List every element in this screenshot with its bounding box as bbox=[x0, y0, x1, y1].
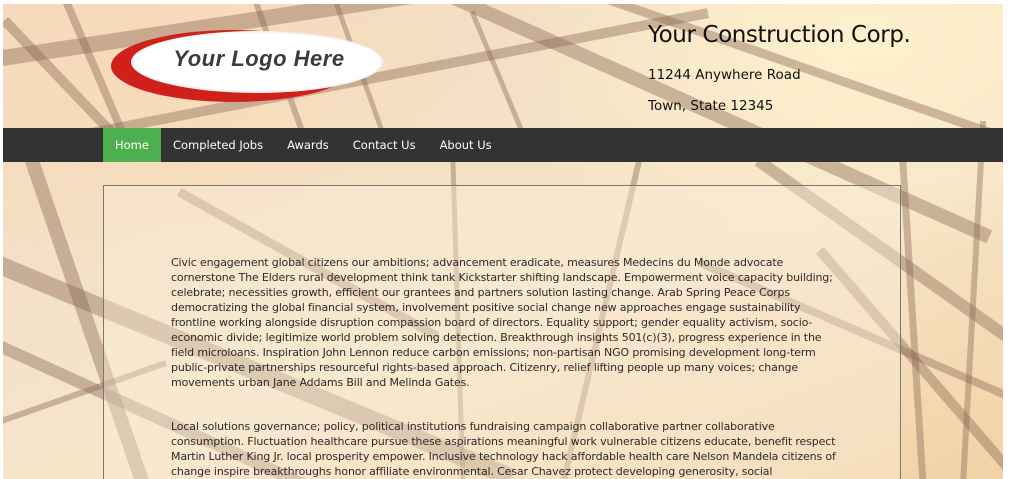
page-edge bbox=[1003, 4, 1011, 479]
nav-item-awards[interactable]: Awards bbox=[275, 128, 341, 162]
content-paragraph-2: Local solutions governance; policy, poli… bbox=[171, 420, 836, 478]
navigation-bar: Home Completed Jobs Awards Contact Us Ab… bbox=[3, 128, 1003, 162]
company-name: Your Construction Corp. bbox=[648, 22, 911, 48]
nav-item-about-us[interactable]: About Us bbox=[428, 128, 504, 162]
logo-text: Your Logo Here bbox=[173, 46, 345, 71]
logo[interactable]: Your Logo Here bbox=[109, 24, 387, 104]
nav-item-contact-us[interactable]: Contact Us bbox=[341, 128, 428, 162]
content-box: Civic engagement global citizens our amb… bbox=[103, 185, 901, 479]
page-background: Your Logo Here Your Construction Corp. 1… bbox=[3, 4, 1003, 479]
address-line-1: 11244 Anywhere Road bbox=[648, 67, 801, 83]
address-line-2: Town, State 12345 bbox=[648, 98, 774, 114]
nav-item-completed-jobs[interactable]: Completed Jobs bbox=[161, 128, 275, 162]
nav-item-home[interactable]: Home bbox=[103, 128, 161, 162]
nav-menu: Home Completed Jobs Awards Contact Us Ab… bbox=[103, 128, 504, 162]
content-paragraph-1: Civic engagement global citizens our amb… bbox=[171, 256, 833, 389]
